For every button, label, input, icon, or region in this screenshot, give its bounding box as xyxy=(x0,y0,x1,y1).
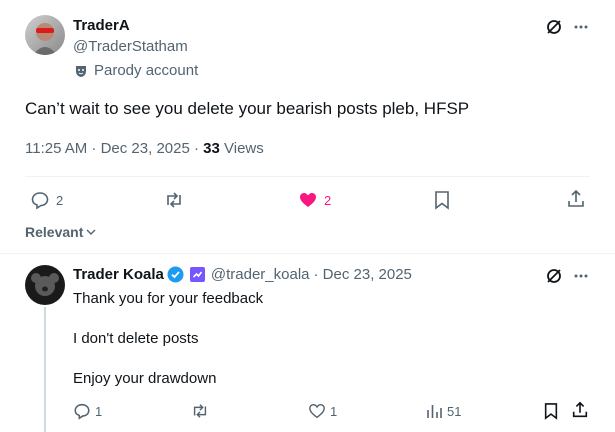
post-meta: 11:25 AM · Dec 23, 2025 · 33 Views xyxy=(25,140,264,157)
reply-icon xyxy=(31,192,49,210)
bookmark-button[interactable] xyxy=(433,190,451,210)
reply-text-line-3: Enjoy your drawdown xyxy=(73,370,217,387)
divider-replies xyxy=(0,253,615,254)
analytics-icon xyxy=(427,405,442,418)
reply-date[interactable]: · Dec 23, 2025 xyxy=(314,266,412,283)
reply-text-line-1: Thank you for your feedback xyxy=(73,290,264,307)
reply-share-button[interactable] xyxy=(571,401,589,419)
reply-author-avatar[interactable] xyxy=(25,265,65,305)
repost-button[interactable] xyxy=(163,190,185,210)
verified-badge-icon xyxy=(167,266,184,283)
author-avatar[interactable] xyxy=(25,15,65,55)
views-count: 33 xyxy=(203,140,220,157)
reply-like-button[interactable]: 1 xyxy=(308,402,337,420)
parody-badge-label: Parody account xyxy=(94,62,199,79)
reply-views-button[interactable]: 51 xyxy=(425,402,461,420)
reply-repost-button[interactable] xyxy=(190,402,210,420)
repost-icon xyxy=(193,404,207,418)
reply-views-count: 51 xyxy=(447,403,462,419)
views-label: Views xyxy=(219,140,264,157)
reply-count: 2 xyxy=(56,192,64,208)
author-handle[interactable]: @TraderStatham xyxy=(73,38,188,55)
reply-reply-count: 1 xyxy=(95,403,103,419)
like-button[interactable]: 2 xyxy=(298,190,331,210)
mask-icon xyxy=(76,65,86,77)
reply-button[interactable]: 2 xyxy=(30,190,63,210)
reply-header: Trader Koala @trader_koala · Dec 23, 202… xyxy=(73,266,412,283)
post-text: Can’t wait to see you delete your bearis… xyxy=(25,99,470,118)
bookmark-icon xyxy=(435,191,449,210)
sort-dropdown-label: Relevant xyxy=(25,224,84,240)
reply-author-handle[interactable]: @trader_koala xyxy=(211,266,310,283)
reply-author-name[interactable]: Trader Koala xyxy=(73,266,164,283)
share-button[interactable] xyxy=(566,189,586,209)
reply-bookmark-button[interactable] xyxy=(543,402,559,420)
share-icon xyxy=(572,401,588,418)
bookmark-icon xyxy=(544,403,558,420)
reply-text-line-2: I don't delete posts xyxy=(73,330,199,347)
author-name[interactable]: TraderA xyxy=(73,17,130,34)
post-timestamp[interactable]: 11:25 AM · Dec 23, 2025 · xyxy=(25,140,203,157)
reply-reply-button[interactable]: 1 xyxy=(73,402,102,420)
more-options-icon[interactable] xyxy=(573,19,589,35)
reply-more-options-icon[interactable] xyxy=(573,268,589,284)
grok-icon[interactable] xyxy=(545,18,563,36)
like-count: 2 xyxy=(324,192,332,208)
parody-badge: Parody account xyxy=(74,62,198,79)
reply-icon xyxy=(74,403,90,420)
share-icon xyxy=(568,189,584,207)
heart-outline-icon xyxy=(309,403,325,419)
reply-grok-icon[interactable] xyxy=(545,267,563,285)
thread-line xyxy=(44,307,46,432)
divider-top xyxy=(25,176,590,177)
chevron-down-icon xyxy=(86,229,96,235)
affiliate-badge-icon xyxy=(189,267,205,282)
sort-dropdown[interactable]: Relevant xyxy=(25,224,97,240)
repost-icon xyxy=(167,192,181,208)
heart-icon xyxy=(300,193,316,207)
reply-like-count: 1 xyxy=(330,403,338,419)
